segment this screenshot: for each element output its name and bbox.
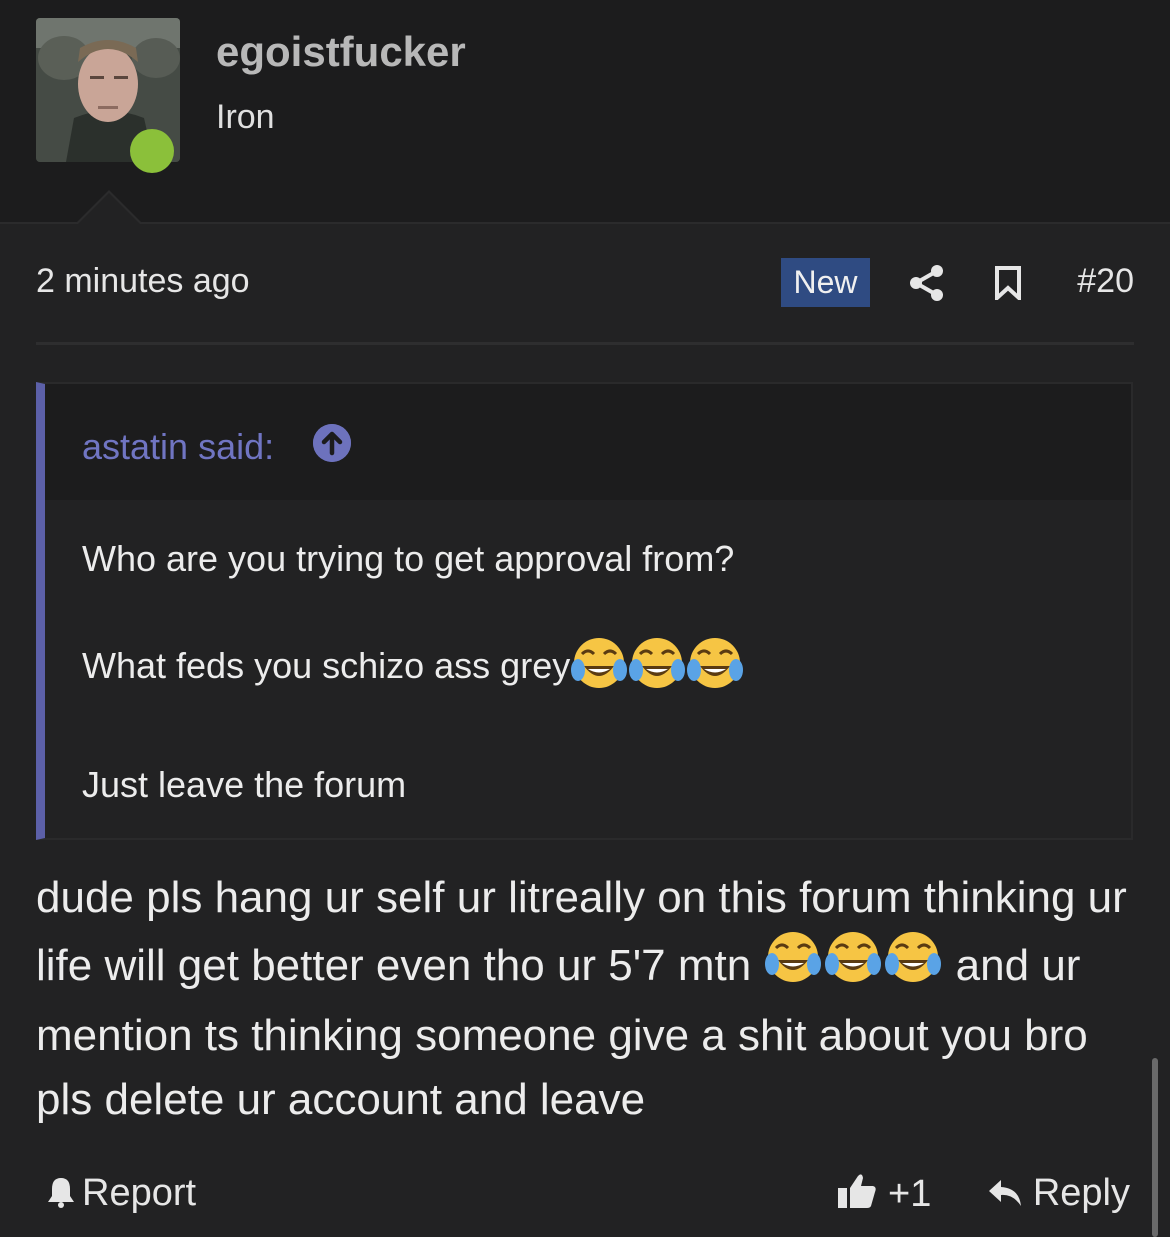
reply-arrow-icon bbox=[987, 1175, 1023, 1218]
crying-laughing-emoji-icon bbox=[763, 930, 823, 1004]
crying-laughing-emoji-icon bbox=[883, 930, 943, 1004]
user-title: Iron bbox=[216, 98, 275, 136]
post-number[interactable]: #20 bbox=[1077, 262, 1134, 301]
like-button[interactable]: +1 bbox=[836, 1172, 931, 1220]
quote-line-text: What feds you schizo ass grey bbox=[82, 645, 571, 687]
header-pointer bbox=[76, 190, 142, 224]
quote-line: Just leave the forum bbox=[82, 764, 407, 805]
share-icon[interactable] bbox=[908, 264, 946, 307]
reply-button[interactable]: Reply bbox=[987, 1172, 1130, 1218]
online-status-indicator bbox=[130, 129, 174, 173]
post-body: dude pls hang ur self ur litreally on th… bbox=[36, 866, 1134, 1132]
crying-laughing-emoji-icon bbox=[823, 930, 883, 1004]
post-time[interactable]: 2 minutes ago bbox=[36, 262, 250, 301]
like-count: +1 bbox=[888, 1173, 932, 1215]
report-button[interactable]: Report bbox=[46, 1172, 196, 1218]
reply-label: Reply bbox=[1032, 1172, 1130, 1214]
arrow-up-circle-icon[interactable] bbox=[313, 424, 351, 462]
divider bbox=[36, 342, 1134, 345]
report-label: Report bbox=[82, 1172, 197, 1214]
crying-laughing-emoji-icon bbox=[686, 636, 744, 701]
quote-block: astatin said: Who are you trying to get … bbox=[36, 382, 1133, 840]
bell-icon bbox=[46, 1175, 76, 1218]
new-badge: New bbox=[781, 258, 870, 307]
bookmark-icon[interactable] bbox=[994, 266, 1022, 305]
quote-author[interactable]: astatin said: bbox=[82, 426, 274, 468]
post-user-header: egoistfucker Iron bbox=[0, 0, 1170, 224]
username[interactable]: egoistfucker bbox=[216, 28, 466, 76]
quote-line: What feds you schizo ass grey bbox=[82, 636, 744, 701]
crying-laughing-emoji-icon bbox=[628, 636, 686, 701]
crying-laughing-emoji-icon bbox=[570, 636, 628, 701]
quote-header: astatin said: bbox=[45, 384, 1131, 500]
thumbs-up-icon bbox=[836, 1172, 878, 1220]
post-actions: Report +1 Reply bbox=[36, 1166, 1134, 1222]
quote-line: Who are you trying to get approval from? bbox=[82, 538, 735, 579]
scrollbar[interactable] bbox=[1152, 1058, 1158, 1237]
post-meta: 2 minutes ago New #20 bbox=[36, 258, 1134, 310]
